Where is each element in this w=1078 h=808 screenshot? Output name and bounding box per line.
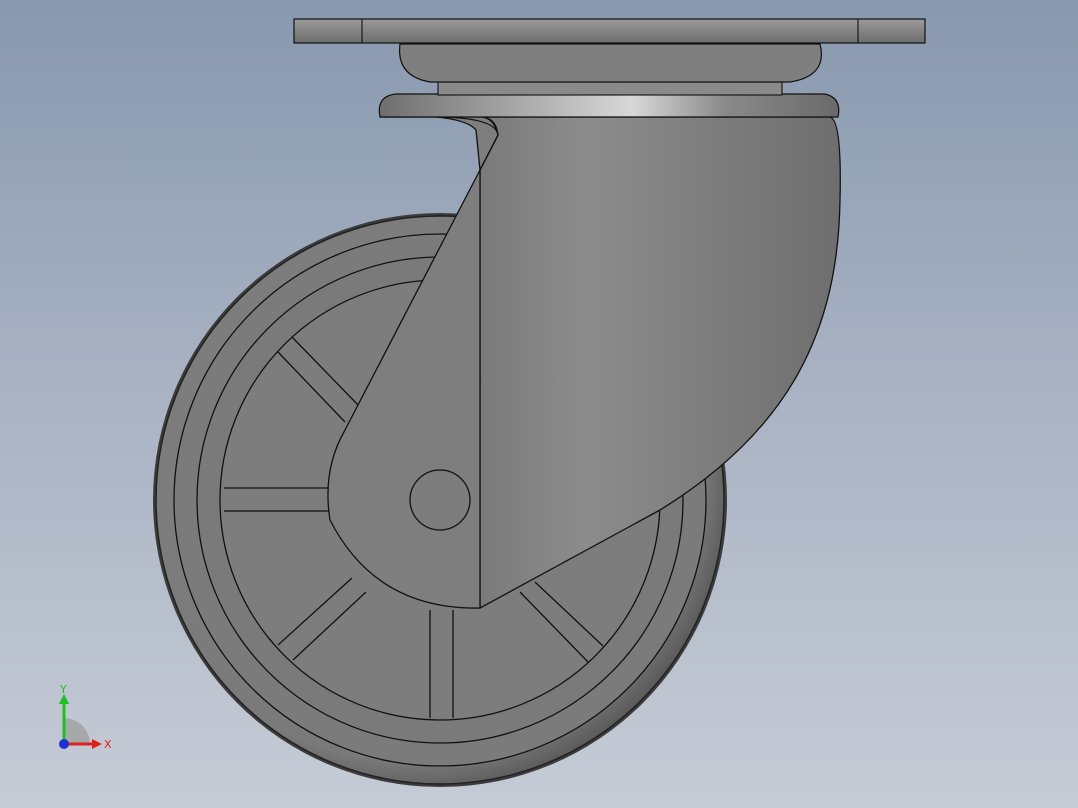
coordinate-triad: Y X bbox=[59, 683, 112, 751]
caster-wheel-model[interactable] bbox=[0, 0, 1078, 808]
swivel-lower-ring bbox=[378, 93, 840, 118]
triad-x-arrow bbox=[92, 739, 102, 749]
swivel-upper-ring bbox=[398, 43, 822, 83]
plate-body bbox=[293, 18, 926, 44]
triad-x-label: X bbox=[104, 738, 112, 751]
triad-z-axis bbox=[59, 739, 69, 749]
swivel-neck bbox=[437, 81, 783, 96]
swivel-bearing[interactable] bbox=[378, 43, 840, 118]
triad-y-label: Y bbox=[59, 683, 67, 696]
top-mounting-plate[interactable] bbox=[293, 18, 926, 44]
triad-xy-plane-arc bbox=[64, 718, 90, 744]
caster-fork[interactable] bbox=[327, 116, 841, 610]
graphics-viewport[interactable]: Y X bbox=[0, 0, 1078, 808]
axle-bolt[interactable] bbox=[409, 469, 471, 531]
